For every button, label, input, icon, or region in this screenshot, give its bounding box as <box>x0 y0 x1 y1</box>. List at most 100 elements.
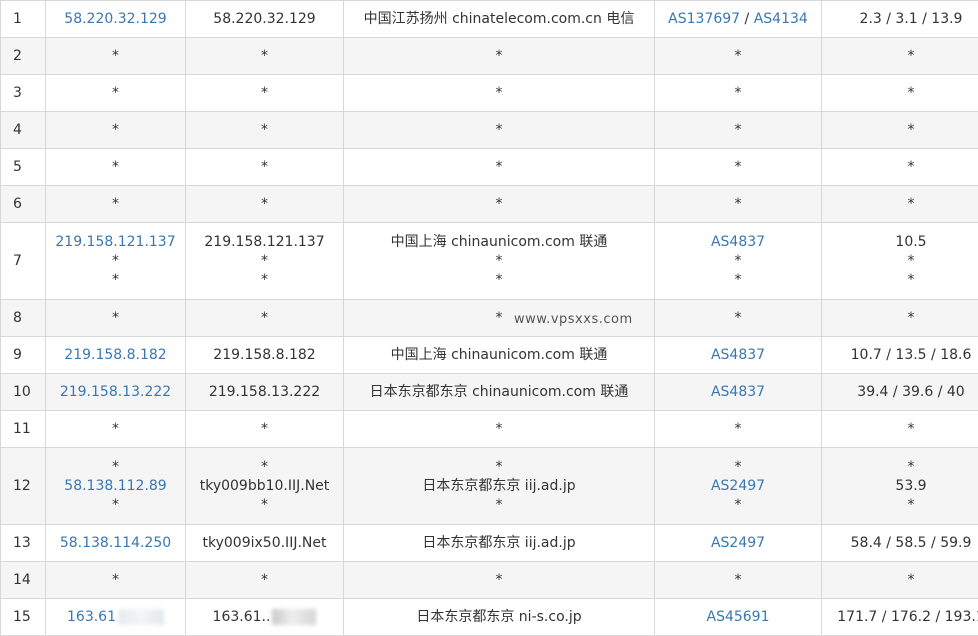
latency-cell: 39.4 / 39.6 / 40 <box>822 374 978 411</box>
asn-line: * <box>659 571 817 590</box>
asn-link[interactable]: AS137697 <box>668 11 740 27</box>
ip-address-link[interactable]: 219.158.121.137 <box>50 233 181 252</box>
asn-link[interactable]: AS45691 <box>707 609 770 625</box>
table-row: 9219.158.8.182219.158.8.182中国上海 chinauni… <box>1 337 978 374</box>
asn-cell: AS4837 <box>655 337 822 374</box>
asn-text: * <box>735 310 742 326</box>
geo-location-text: * <box>348 458 650 477</box>
geo-location-cell: * <box>344 112 655 149</box>
hop-number-text: 3 <box>13 85 22 101</box>
asn-line: AS2497 <box>659 477 817 496</box>
ip-address-text: * <box>50 458 181 477</box>
ip-address-text: * <box>50 252 181 271</box>
geo-location-cell: 中国江苏扬州 chinatelecom.com.cn 电信 <box>344 1 655 38</box>
hostname-cell: * <box>186 411 344 448</box>
ip-address-cell: 163.61 <box>46 599 186 636</box>
latency-text: 10.7 / 13.5 / 18.6 <box>826 346 978 365</box>
hostname-cell: *tky009bb10.IIJ.Net* <box>186 448 344 525</box>
asn-cell: * <box>655 300 822 337</box>
geo-location-text: * <box>348 571 650 590</box>
asn-text: * <box>735 253 742 269</box>
asn-cell: AS137697 / AS4134 <box>655 1 822 38</box>
hostname-text: 163.61.. <box>213 609 271 625</box>
hop-number-text: 5 <box>13 159 22 175</box>
hop-number-text: 1 <box>13 11 22 27</box>
hop-number-text: 7 <box>13 253 22 269</box>
asn-link[interactable]: AS2497 <box>711 535 765 551</box>
hostname-cell: * <box>186 562 344 599</box>
asn-line: AS137697 / AS4134 <box>659 10 817 29</box>
asn-link[interactable]: AS2497 <box>711 478 765 494</box>
asn-cell: * <box>655 38 822 75</box>
hop-number: 13 <box>1 525 46 562</box>
asn-line: AS45691 <box>659 608 817 627</box>
asn-line: * <box>659 252 817 271</box>
ip-address-cell: * <box>46 149 186 186</box>
ip-address-cell: * <box>46 186 186 223</box>
geo-location-text: * <box>348 195 650 214</box>
asn-text: * <box>735 85 742 101</box>
hop-number: 2 <box>1 38 46 75</box>
asn-line: * <box>659 121 817 140</box>
asn-line: * <box>659 84 817 103</box>
hostname-cell: 163.61.. <box>186 599 344 636</box>
hostname-text: 219.158.13.222 <box>190 383 339 402</box>
table-row: 11***** <box>1 411 978 448</box>
hop-number: 4 <box>1 112 46 149</box>
hop-number-text: 9 <box>13 347 22 363</box>
geo-location-text: * <box>348 121 650 140</box>
hostname-cell: * <box>186 186 344 223</box>
asn-line: * <box>659 420 817 439</box>
ip-address-link[interactable]: 58.220.32.129 <box>50 10 181 29</box>
table-row: 8***www.vpsxxs.com** <box>1 300 978 337</box>
asn-cell: * <box>655 562 822 599</box>
ip-address-link[interactable]: 219.158.8.182 <box>50 346 181 365</box>
geo-location-text: 中国上海 chinaunicom.com 联通 <box>348 346 650 365</box>
hop-number-text: 6 <box>13 196 22 212</box>
latency-cell: 58.4 / 58.5 / 59.9 <box>822 525 978 562</box>
hostname-text: * <box>190 121 339 140</box>
latency-text: 2.3 / 3.1 / 13.9 <box>826 10 978 29</box>
latency-text: * <box>826 252 978 271</box>
asn-cell: AS4837 <box>655 374 822 411</box>
geo-location-text: * <box>348 158 650 177</box>
hostname-cell: * <box>186 300 344 337</box>
asn-link[interactable]: AS4837 <box>711 384 765 400</box>
hostname-text: 219.158.121.137 <box>190 233 339 252</box>
ip-address-link[interactable]: 163.61 <box>67 609 116 625</box>
hop-number-text: 14 <box>13 572 31 588</box>
hostname-cell: * <box>186 38 344 75</box>
watermark: www.vpsxxs.com <box>514 310 633 329</box>
geo-location-text: 日本东京都东京 chinaunicom.com 联通 <box>348 383 650 402</box>
ip-address-cell: 58.138.114.250 <box>46 525 186 562</box>
asn-link[interactable]: AS4837 <box>711 347 765 363</box>
hop-number-text: 10 <box>13 384 31 400</box>
asn-link[interactable]: AS4134 <box>754 11 808 27</box>
geo-location-text: * <box>348 420 650 439</box>
geo-location-cell: * <box>344 562 655 599</box>
hostname-text: * <box>190 84 339 103</box>
ip-address-link[interactable]: 58.138.114.250 <box>50 534 181 553</box>
table-row: 15163.61163.61..日本东京都东京 ni-s.co.jpAS4569… <box>1 599 978 636</box>
asn-link[interactable]: AS4837 <box>711 234 765 250</box>
asn-cell: * <box>655 411 822 448</box>
latency-text: * <box>826 47 978 66</box>
asn-text: * <box>735 497 742 513</box>
ip-address-link[interactable]: 219.158.13.222 <box>50 383 181 402</box>
ip-address-text: * <box>50 571 181 590</box>
ip-address-text: * <box>50 47 181 66</box>
geo-location-text: * <box>348 84 650 103</box>
hostname-cell: * <box>186 112 344 149</box>
latency-text: * <box>826 420 978 439</box>
latency-text: * <box>826 84 978 103</box>
ip-address-text: * <box>50 496 181 515</box>
ip-address-link[interactable]: 58.138.112.89 <box>50 477 181 496</box>
geo-location-text: 中国上海 chinaunicom.com 联通 <box>348 233 650 252</box>
geo-location-cell: * <box>344 411 655 448</box>
latency-cell: 10.5** <box>822 223 978 300</box>
hop-number-text: 4 <box>13 122 22 138</box>
hop-number: 15 <box>1 599 46 636</box>
latency-text: * <box>826 195 978 214</box>
hostname-text: * <box>190 47 339 66</box>
hop-number-text: 15 <box>13 609 31 625</box>
